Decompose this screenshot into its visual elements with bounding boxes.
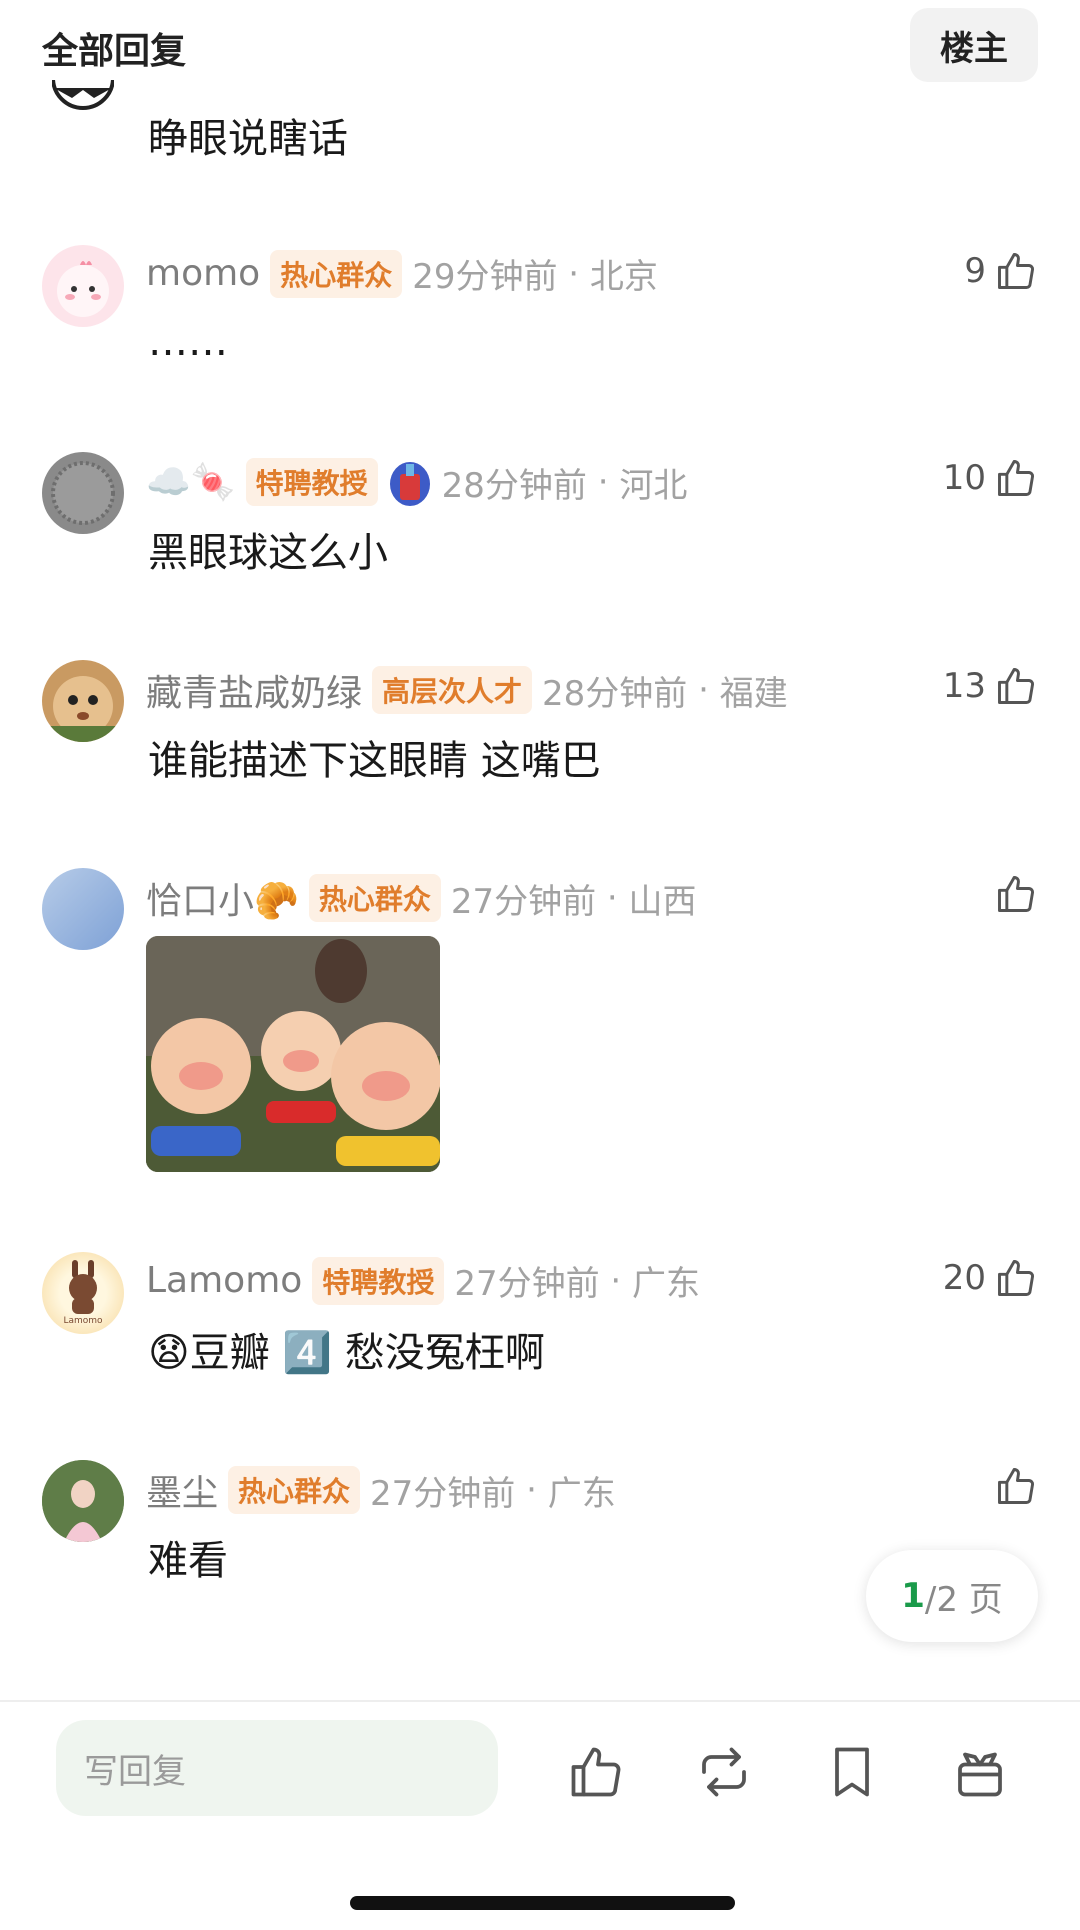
thumbs-up-icon: [998, 1260, 1034, 1296]
comment-body: 睁眼说瞎话: [148, 116, 348, 162]
comment-time: 27分钟前: [370, 1473, 516, 1514]
username[interactable]: 墨尘: [146, 1464, 218, 1516]
meta-separator: ·: [596, 878, 629, 918]
like-button[interactable]: [986, 872, 1038, 916]
like-count: 9: [964, 251, 986, 291]
comment-image[interactable]: [146, 936, 440, 1172]
comment-time: 29分钟前: [412, 257, 558, 297]
comment-body: 黑眼球这么小: [148, 530, 388, 576]
user-badge: 高层次人才: [372, 666, 533, 714]
like-action-button[interactable]: [566, 1742, 626, 1802]
avatar[interactable]: [42, 660, 124, 742]
like-button[interactable]: 10: [943, 456, 1038, 500]
username[interactable]: ☁️🍬: [146, 461, 236, 503]
like-count: 20: [942, 1258, 986, 1298]
user-badge: 特聘教授: [245, 458, 378, 506]
comment-time: 28分钟前: [441, 465, 587, 506]
repost-icon: [702, 1747, 746, 1797]
thumbs-up-icon: [998, 876, 1034, 912]
comment-location: 山西: [628, 881, 697, 922]
thumbs-up-icon: [571, 1747, 621, 1797]
avatar[interactable]: Lamomo: [42, 1252, 124, 1334]
home-indicator: [350, 1896, 735, 1910]
meta-separator: ·: [687, 670, 720, 710]
thumbs-up-icon: [998, 460, 1034, 496]
op-only-button[interactable]: 楼主: [910, 8, 1038, 82]
avatar[interactable]: [42, 1460, 124, 1542]
page-title: 全部回复: [42, 31, 187, 72]
user-badge: 热心群众: [270, 249, 403, 298]
bookmark-icon: [835, 1747, 869, 1797]
comment-2: ☁️🍬 特聘教授 28分钟前 · 河北 10 黑眼球这么小: [0, 452, 1080, 576]
comment-location: 河北: [619, 465, 688, 506]
like-button[interactable]: 13: [943, 664, 1038, 708]
like-button[interactable]: 9: [964, 249, 1038, 293]
comment-header: 墨尘 热心群众 27分钟前 · 广东: [146, 1464, 616, 1516]
gift-icon: [958, 1752, 1002, 1797]
comment-1: momo 热心群众 29分钟前 · 北京 9 ……: [0, 245, 1080, 365]
bookmark-button[interactable]: [822, 1742, 882, 1802]
comment-location: 广东: [632, 1264, 701, 1304]
comment-time: 27分钟前: [454, 1264, 600, 1304]
comment-header: momo 热心群众 29分钟前 · 北京: [146, 249, 658, 298]
current-page: 1: [901, 1576, 925, 1616]
meta-separator: ·: [557, 253, 590, 294]
comment-header: ☁️🍬 特聘教授 28分钟前 · 河北: [146, 456, 687, 508]
repost-button[interactable]: [694, 1742, 754, 1802]
meta-separator: ·: [599, 1260, 633, 1301]
username[interactable]: Lamomo: [146, 1260, 302, 1301]
meta-separator: ·: [515, 1470, 548, 1510]
thumbs-up-icon: [998, 253, 1034, 289]
user-badge: 特聘教授: [312, 1256, 445, 1305]
username[interactable]: momo: [146, 253, 260, 294]
meta-separator: ·: [586, 462, 620, 502]
comment-body: ……: [148, 319, 228, 365]
avatar[interactable]: [42, 868, 124, 950]
avatar[interactable]: [42, 452, 124, 534]
comment-body: 难看: [148, 1538, 228, 1584]
like-count: 10: [942, 458, 986, 498]
medal-icon: [388, 456, 432, 508]
total-pages: /2 页: [924, 1579, 1003, 1620]
avatar[interactable]: [42, 245, 124, 327]
gift-button[interactable]: [950, 1742, 1010, 1802]
thumbs-up-icon: [998, 668, 1034, 704]
avatar[interactable]: [52, 80, 114, 120]
comment-location: 北京: [589, 257, 658, 297]
comment-5: Lamomo Lamomo 特聘教授 27分钟前 · 广东 20 😧豆瓣 4️⃣…: [0, 1252, 1080, 1376]
comment-time: 28分钟前: [542, 673, 688, 714]
comment-header: 恰口小🥐 热心群众 27分钟前 · 山西: [146, 872, 697, 924]
user-badge: 热心群众: [308, 874, 441, 922]
like-button[interactable]: [986, 1464, 1038, 1508]
comment-body: 😧豆瓣 4️⃣ 愁没冤枉啊: [148, 1330, 545, 1376]
username[interactable]: 恰口小🥐: [146, 872, 299, 924]
like-count: 13: [942, 666, 986, 706]
avatar-caption: Lamomo: [63, 1316, 103, 1326]
comment-3: 藏青盐咸奶绿 高层次人才 28分钟前 · 福建 13 谁能描述下这眼睛 这嘴巴: [0, 660, 1080, 784]
comment-0: 睁眼说瞎话: [0, 80, 1080, 170]
comment-body: 谁能描述下这眼睛 这嘴巴: [148, 738, 601, 784]
username[interactable]: 藏青盐咸奶绿: [146, 664, 362, 716]
thumbs-up-icon: [998, 1468, 1034, 1504]
comment-location: 广东: [547, 1473, 616, 1514]
like-button[interactable]: 20: [943, 1256, 1038, 1300]
comment-4: 恰口小🥐 热心群众 27分钟前 · 山西: [0, 868, 1080, 1178]
comment-header: 藏青盐咸奶绿 高层次人才 28分钟前 · 福建: [146, 664, 788, 716]
user-badge: 热心群众: [228, 1466, 361, 1514]
comment-time: 27分钟前: [450, 881, 597, 922]
comment-location: 福建: [719, 673, 788, 714]
comment-header: Lamomo 特聘教授 27分钟前 · 广东: [146, 1256, 700, 1305]
reply-input[interactable]: 写回复: [56, 1720, 498, 1816]
page-indicator[interactable]: 1 /2 页: [866, 1550, 1038, 1642]
